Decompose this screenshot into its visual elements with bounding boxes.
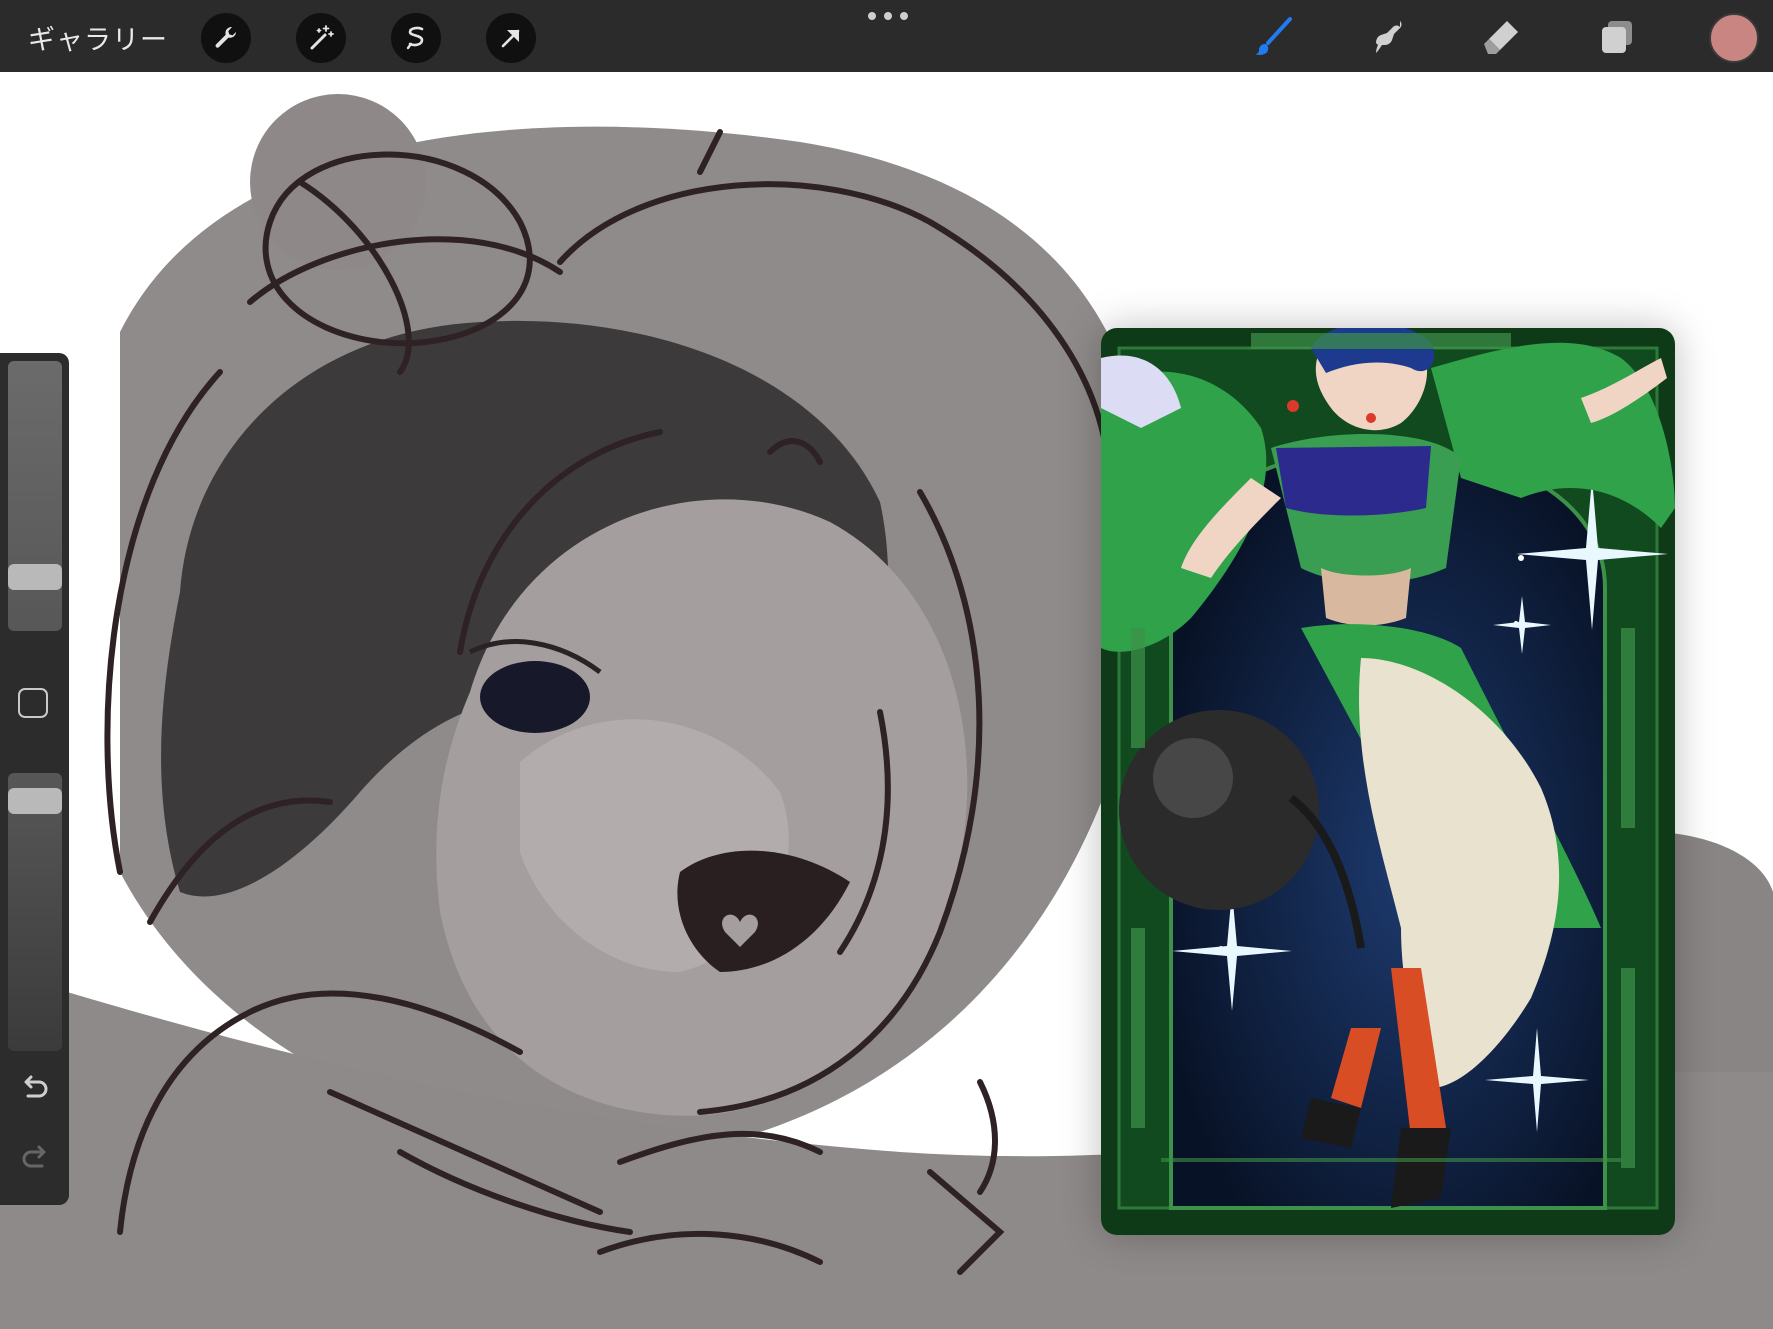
selection-icon[interactable]	[391, 13, 441, 63]
magic-wand-icon[interactable]	[296, 13, 346, 63]
transform-arrow-icon[interactable]	[486, 13, 536, 63]
more-actions-icon[interactable]	[868, 10, 908, 22]
layers-icon[interactable]	[1591, 12, 1641, 62]
brush-icon[interactable]	[1249, 12, 1299, 62]
brush-size-slider[interactable]	[8, 361, 62, 631]
color-picker-swatch[interactable]	[1709, 13, 1759, 63]
opacity-slider[interactable]	[8, 773, 62, 1051]
gallery-button[interactable]: ギャラリー	[28, 18, 168, 57]
reference-image[interactable]	[1101, 328, 1675, 1235]
redo-icon[interactable]	[18, 1141, 52, 1175]
top-toolbar: ギャラリー	[0, 0, 1773, 72]
reference-illustration	[1101, 328, 1675, 1235]
wrench-icon[interactable]	[201, 13, 251, 63]
modify-square-icon[interactable]	[18, 688, 48, 718]
brush-size-thumb[interactable]	[8, 563, 62, 590]
undo-icon[interactable]	[18, 1071, 52, 1105]
brush-sidebar	[0, 353, 69, 1205]
eraser-icon[interactable]	[1477, 12, 1527, 62]
opacity-thumb[interactable]	[8, 788, 62, 815]
smudge-icon[interactable]	[1363, 12, 1413, 62]
